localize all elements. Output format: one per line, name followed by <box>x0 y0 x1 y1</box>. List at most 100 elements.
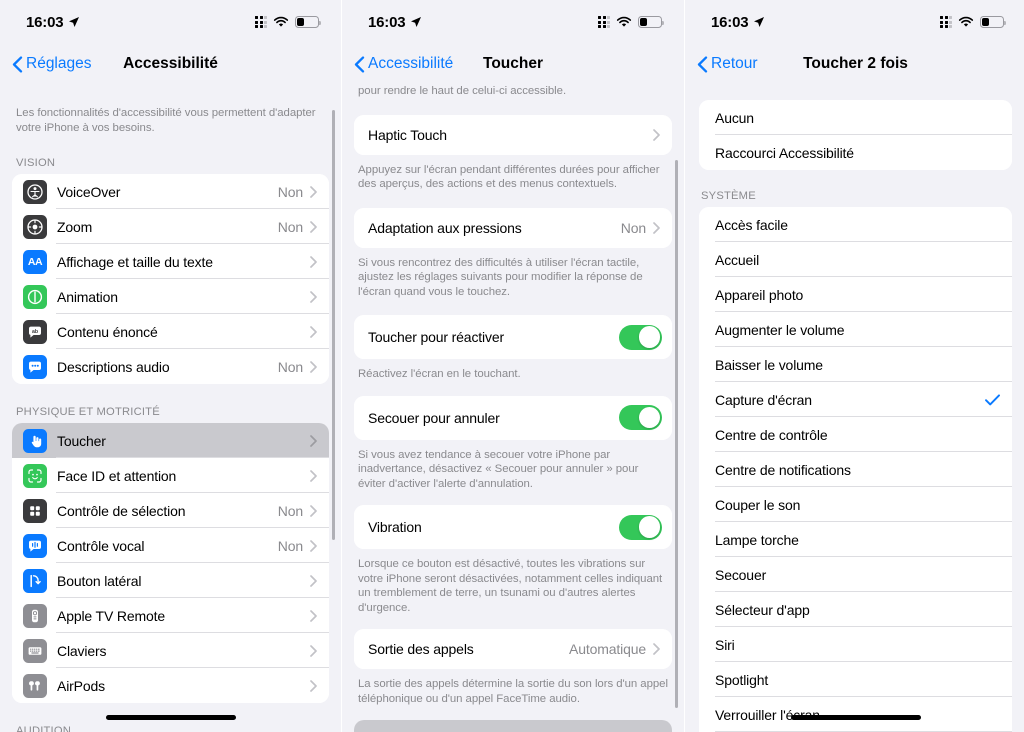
chevron-right-icon <box>310 360 317 373</box>
status-time-group: 16:03 <box>368 14 422 31</box>
chevron-right-icon <box>310 574 317 587</box>
row-value: Non <box>277 537 303 554</box>
row-accueil[interactable]: Accueil <box>699 242 1012 277</box>
row-label: Lampe torche <box>715 531 799 548</box>
row-vibration[interactable]: Vibration <box>354 505 672 549</box>
display-text-size-icon: AA <box>23 249 47 274</box>
row-label: Couper le son <box>715 496 801 513</box>
row-label: Face ID et attention <box>57 467 177 484</box>
motion-icon <box>23 284 47 309</box>
home-indicator-1 <box>105 715 236 720</box>
row-lampe-torche[interactable]: Lampe torche <box>699 522 1012 557</box>
row-augmenter-le-volume[interactable]: Augmenter le volume <box>699 312 1012 347</box>
status-indicators <box>940 16 1007 28</box>
group-systeme: Accès facile Accueil Appareil photo Augm… <box>699 207 1012 732</box>
vertical-scrollbar-1[interactable] <box>332 110 335 540</box>
row-selecteur-d-app[interactable]: Sélecteur d'app <box>699 592 1012 627</box>
row-controle-vocal[interactable]: Contrôle vocal Non <box>12 528 329 563</box>
row-secouer-pour-annuler[interactable]: Secouer pour annuler <box>354 395 672 440</box>
row-voiceover[interactable]: VoiceOver Non <box>12 174 329 209</box>
row-face-id-attention[interactable]: Face ID et attention <box>12 458 329 493</box>
row-label: Augmenter le volume <box>715 321 845 338</box>
row-label: Toucher <box>57 432 106 449</box>
row-aucun[interactable]: Aucun <box>699 100 1012 135</box>
group-vision: VoiceOver Non Zoom Non AA Affichage et t… <box>12 174 329 384</box>
row-sortie-des-appels[interactable]: Sortie des appels Automatique <box>354 629 672 669</box>
side-button-icon <box>23 568 47 593</box>
row-claviers[interactable]: Claviers <box>12 633 329 668</box>
row-baisser-le-volume[interactable]: Baisser le volume <box>699 347 1012 382</box>
row-toucher-pour-reactiver[interactable]: Toucher pour réactiver <box>354 315 672 359</box>
status-indicators <box>255 16 322 28</box>
status-time: 16:03 <box>368 13 406 31</box>
note-vibration: Lorsque ce bouton est désactivé, toutes … <box>358 558 663 614</box>
row-haptic-touch[interactable]: Haptic Touch <box>354 114 672 155</box>
group-haptic-touch: Haptic Touch <box>354 114 672 155</box>
back-button-label: Retour <box>711 55 758 72</box>
row-secouer[interactable]: Secouer <box>699 557 1012 592</box>
toggle-secouer-pour-annuler[interactable] <box>619 405 662 430</box>
row-zoom[interactable]: Zoom Non <box>12 209 329 244</box>
row-label: Secouer <box>715 566 767 583</box>
row-label: Sélecteur d'app <box>715 601 810 618</box>
row-siri[interactable]: Siri <box>699 627 1012 662</box>
row-label: Raccourci Accessibilité <box>715 144 854 161</box>
row-label: Contrôle de sélection <box>57 502 186 519</box>
row-label: Contrôle vocal <box>57 537 145 554</box>
row-appareil-photo[interactable]: Appareil photo <box>699 277 1012 312</box>
row-label: Appareil photo <box>715 286 804 303</box>
row-controle-de-selection[interactable]: Contrôle de sélection Non <box>12 493 329 528</box>
row-value: Automatique <box>569 641 646 657</box>
row-toucher[interactable]: Toucher <box>12 423 329 458</box>
back-button-retour[interactable]: Retour <box>697 55 758 73</box>
chevron-left-icon <box>697 55 708 73</box>
row-contenu-enonce[interactable]: ab Contenu énoncé <box>12 314 329 349</box>
chevron-left-icon <box>354 55 365 73</box>
panel-accessibilite: 16:03 Réglages Accessibilité Les fonctio… <box>0 0 341 732</box>
svg-text:ab: ab <box>32 329 38 335</box>
toggle-toucher-pour-reactiver[interactable] <box>619 324 662 350</box>
row-value: Non <box>277 358 303 375</box>
row-acces-facile[interactable]: Accès facile <box>699 207 1012 242</box>
row-capture-d-ecran[interactable]: Capture d'écran <box>699 382 1012 417</box>
battery-low-icon <box>980 16 1007 28</box>
row-descriptions-audio[interactable]: Descriptions audio Non <box>12 349 329 384</box>
chevron-right-icon <box>310 220 317 233</box>
row-bouton-lateral[interactable]: Bouton latéral <box>12 563 329 598</box>
row-animation[interactable]: Animation <box>12 279 329 314</box>
toggle-vibration[interactable] <box>619 514 662 540</box>
wifi-icon <box>616 16 632 27</box>
status-bar-1: 16:03 <box>0 0 341 44</box>
section-header-vision: VISION <box>16 157 56 169</box>
note-haptic-touch: Appuyez sur l'écran pendant différentes … <box>358 163 660 191</box>
chevron-right-icon <box>310 325 317 338</box>
location-arrow-icon <box>69 17 80 27</box>
status-indicators <box>598 16 665 28</box>
row-label: Centre de contrôle <box>715 426 828 443</box>
row-couper-le-son[interactable]: Couper le son <box>699 487 1012 522</box>
vertical-scrollbar-2[interactable] <box>675 160 678 708</box>
row-affichage-taille-texte[interactable]: AA Affichage et taille du texte <box>12 244 329 279</box>
status-bar-2: 16:03 <box>342 0 684 44</box>
checkmark-icon <box>985 393 1000 405</box>
chevron-right-icon <box>310 290 317 303</box>
back-button-reglages[interactable]: Réglages <box>12 55 92 73</box>
apple-tv-remote-icon <box>23 603 47 628</box>
row-adaptation-aux-pressions[interactable]: Adaptation aux pressions Non <box>354 207 672 248</box>
group-secouer-pour-annuler: Secouer pour annuler <box>354 395 672 440</box>
row-label: Aucun <box>715 109 754 126</box>
row-apple-tv-remote[interactable]: Apple TV Remote <box>12 598 329 633</box>
group-options-de-base: Aucun Raccourci Accessibilité <box>699 100 1012 170</box>
row-label: Affichage et taille du texte <box>57 253 213 270</box>
row-spotlight[interactable]: Spotlight <box>699 662 1012 697</box>
cellular-grid-icon <box>255 16 267 28</box>
back-button-accessibilite[interactable]: Accessibilité <box>354 55 453 73</box>
row-centre-de-controle[interactable]: Centre de contrôle <box>699 417 1012 452</box>
row-toucher-le-dos-de-l-appareil[interactable]: Toucher le dos de l'appareil Non <box>354 720 672 732</box>
row-centre-de-notifications[interactable]: Centre de notifications <box>699 452 1012 487</box>
section-header-physique-motricite: PHYSIQUE ET MOTRICITÉ <box>16 406 160 418</box>
chevron-right-icon <box>310 255 317 268</box>
wifi-icon <box>273 16 289 27</box>
row-raccourci-accessibilite[interactable]: Raccourci Accessibilité <box>699 135 1012 170</box>
row-airpods[interactable]: AirPods <box>12 668 329 703</box>
